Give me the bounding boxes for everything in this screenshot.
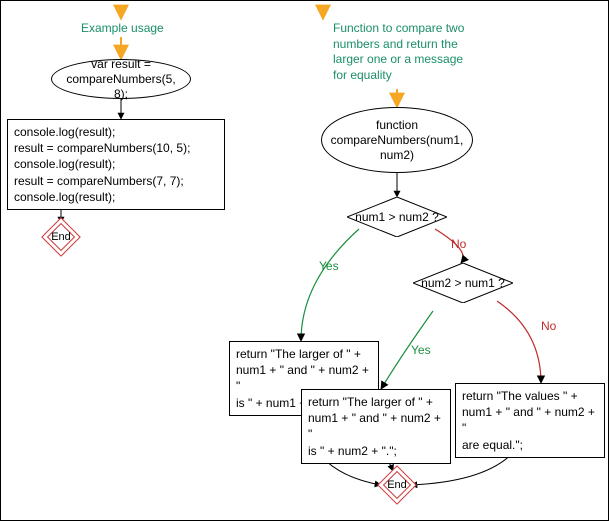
node-start-left: var result = compareNumbers(5, 8); — [51, 59, 191, 99]
node-decision-2: num2 > num1 ? — [413, 263, 513, 303]
node-end-right-text: End — [383, 471, 411, 499]
d2-no-label: No — [541, 319, 556, 333]
flowchart-canvas: Example usage var result = compareNumber… — [0, 0, 609, 521]
node-proc-left: console.log(result); result = compareNum… — [7, 119, 225, 210]
node-return-3-text: return "The values " + num1 + " and " + … — [462, 389, 595, 452]
node-start-right-text: function compareNumbers(num1, num2) — [331, 118, 464, 163]
comment-example-usage: Example usage — [81, 21, 164, 37]
node-end-left-text: End — [47, 223, 75, 251]
node-return-3: return "The values " + num1 + " and " + … — [455, 383, 605, 458]
node-start-left-text: var result = compareNumbers(5, 8); — [62, 57, 180, 102]
node-decision-1: num1 > num2 ? — [347, 197, 447, 237]
node-return-2-text: return "The larger of " + num1 + " and "… — [308, 395, 441, 458]
node-proc-left-text: console.log(result); result = compareNum… — [14, 125, 190, 204]
node-decision-2-text: num2 > num1 ? — [421, 276, 505, 290]
d1-no-label: No — [451, 237, 466, 251]
node-end-left: End — [47, 223, 75, 251]
d1-yes-label: Yes — [319, 259, 339, 273]
node-end-right: End — [383, 471, 411, 499]
d2-yes-label: Yes — [411, 343, 431, 357]
comment-function-desc: Function to compare two numbers and retu… — [333, 21, 493, 83]
node-return-2: return "The larger of " + num1 + " and "… — [301, 389, 451, 464]
node-decision-1-text: num1 > num2 ? — [355, 210, 439, 224]
node-start-right: function compareNumbers(num1, num2) — [321, 107, 473, 173]
